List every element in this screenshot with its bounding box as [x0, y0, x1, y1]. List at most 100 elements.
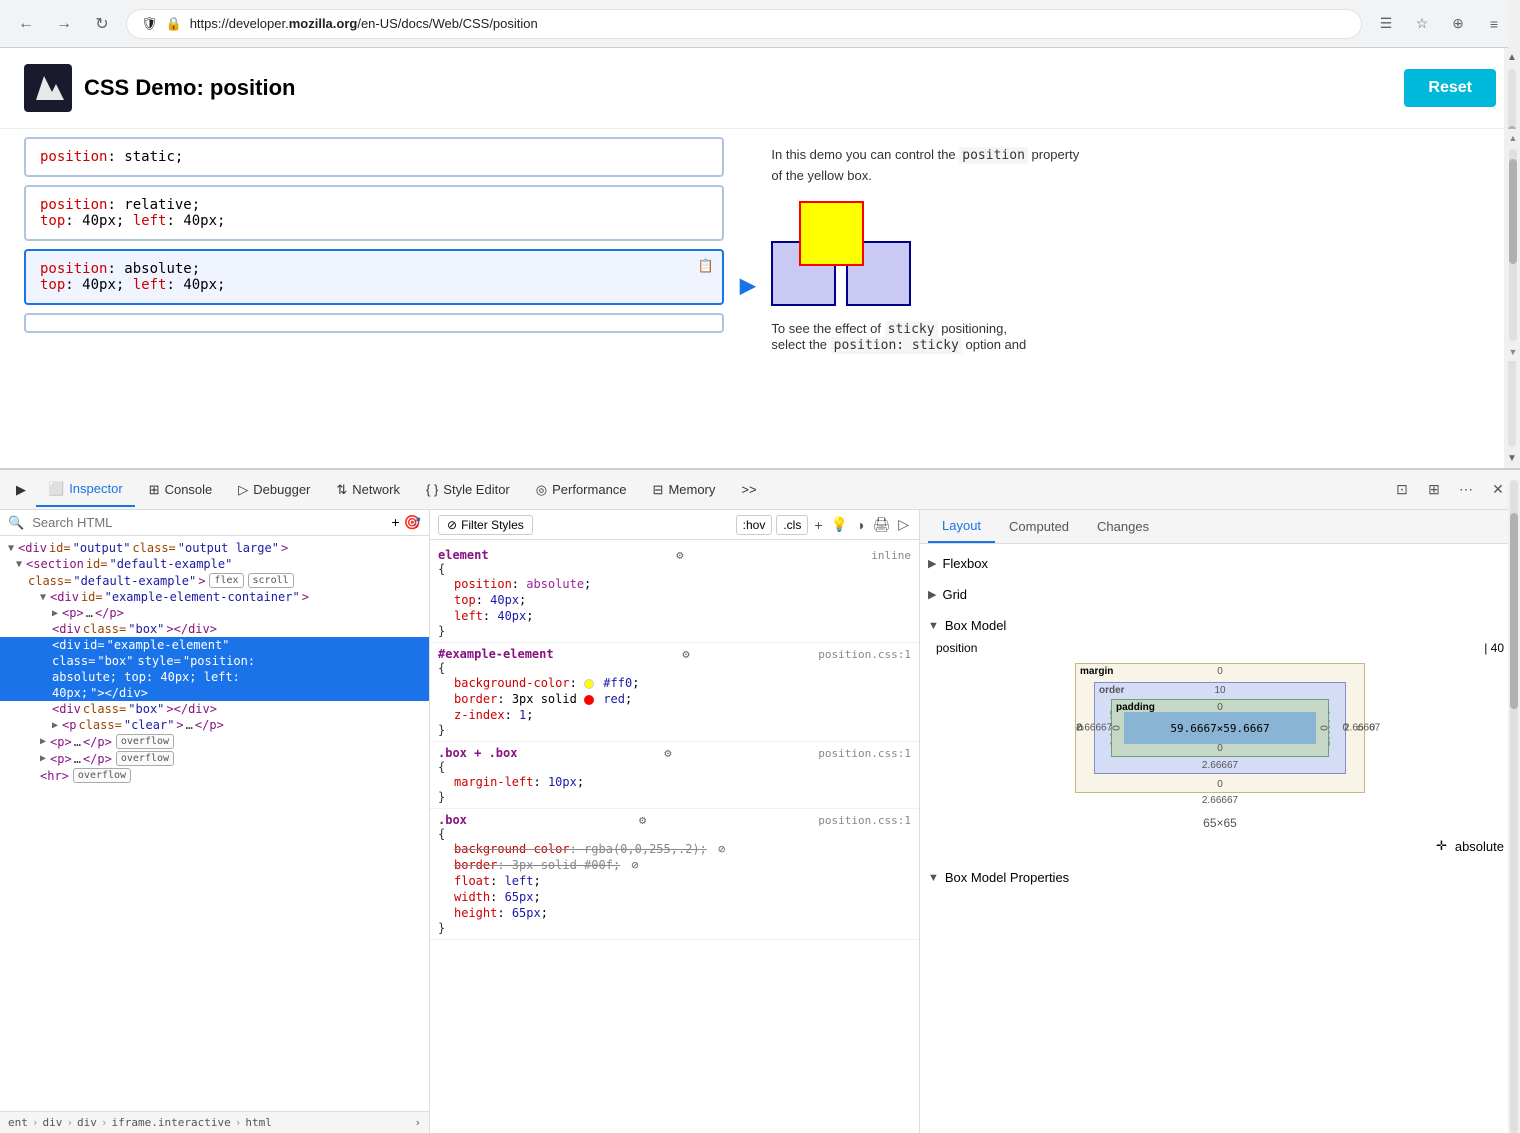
inspector-label: Inspector: [69, 481, 122, 496]
tab-style-editor[interactable]: { } Style Editor: [414, 474, 522, 505]
tab-debugger[interactable]: ▷ Debugger: [226, 474, 322, 506]
css-toolbar-right: :hov .cls + 💡 ◑ 🖨 ▷: [736, 514, 911, 535]
gear-icon[interactable]: ⚙: [676, 548, 683, 562]
reset-button[interactable]: Reset: [1404, 69, 1496, 107]
mdn-logo: [24, 64, 72, 112]
scroll-down-arrow[interactable]: ▼: [1509, 343, 1518, 361]
demo-visual: In this demo you can control the positio…: [771, 137, 1496, 353]
more-options-button[interactable]: ⋯: [1452, 476, 1480, 504]
tree-item-p-clear[interactable]: ▶ <p class="clear"> … </p>: [0, 717, 429, 733]
bc-item-html[interactable]: html: [245, 1116, 272, 1129]
bc-item-div1[interactable]: div: [43, 1116, 63, 1129]
gear-icon[interactable]: ⚙: [639, 813, 646, 827]
css-selector: .box + .box: [438, 746, 517, 760]
address-bar[interactable]: 🛡 🔒 https://developer.mozilla.org/en-US/…: [126, 9, 1362, 39]
star-button[interactable]: ☆: [1408, 10, 1436, 38]
class-toggle-button[interactable]: .cls: [776, 515, 808, 535]
print-button[interactable]: 🖨: [870, 514, 892, 535]
undock-button[interactable]: ⊞: [1420, 476, 1448, 504]
tree-item-box1[interactable]: <div class="box"></div>: [0, 621, 429, 637]
filter-styles-button[interactable]: ⊘ Filter Styles: [438, 515, 533, 535]
style-editor-label: Style Editor: [443, 482, 509, 497]
flexbox-label: Flexbox: [942, 556, 988, 571]
scroll-down-chevron[interactable]: ▼: [1507, 449, 1517, 468]
tree-item-example-element-class[interactable]: class="box" style="position:: [0, 653, 429, 669]
pick-element-button[interactable]: 🎯: [404, 514, 421, 531]
tree-item-example-element-style2[interactable]: 40px;"></div>: [0, 685, 429, 701]
reload-button[interactable]: ↻: [88, 10, 116, 38]
margin-top-label: 0: [1217, 666, 1223, 677]
code-box-static[interactable]: position: static;: [24, 137, 724, 177]
bc-item-ent[interactable]: ent: [8, 1116, 28, 1129]
bookmarks-button[interactable]: ☰: [1372, 10, 1400, 38]
flexbox-section-header[interactable]: ▶ Flexbox: [928, 552, 1512, 575]
grid-section-header[interactable]: ▶ Grid: [928, 583, 1512, 606]
css-prop-border: border: 3px solid red;: [438, 691, 911, 707]
dark-mode-button[interactable]: ◑: [854, 515, 866, 535]
tab-layout[interactable]: Layout: [928, 510, 995, 543]
html-search-actions: + 🎯: [391, 514, 421, 531]
tab-memory[interactable]: ⊟ Memory: [641, 474, 728, 506]
hover-state-button[interactable]: :hov: [736, 515, 773, 535]
tab-computed[interactable]: Computed: [995, 510, 1083, 543]
html-search-input[interactable]: [32, 515, 383, 530]
copy-icon[interactable]: 📋: [698, 259, 714, 274]
tree-item-example-element-style1[interactable]: absolute; top: 40px; left:: [0, 669, 429, 685]
tree-item-section-class[interactable]: class="default-example"> flex scroll: [0, 572, 429, 589]
pseudo-element-button[interactable]: ▷: [896, 514, 911, 535]
tree-item-p-overflow1[interactable]: ▶ <p> … </p> overflow: [0, 733, 429, 750]
dock-button[interactable]: ⊡: [1388, 476, 1416, 504]
tree-item-section[interactable]: ▼ <section id="default-example": [0, 556, 429, 572]
back-button[interactable]: ←: [12, 10, 40, 38]
tree-item-p-overflow2[interactable]: ▶ <p> … </p> overflow: [0, 750, 429, 767]
crosshair-icon: ✛: [1436, 838, 1447, 854]
border-top-label: 10: [1214, 685, 1225, 696]
css-selector: .box: [438, 813, 467, 827]
tab-network[interactable]: ⇅ Network: [324, 474, 412, 506]
code-demo-area: position: static; position: relative; to…: [0, 129, 1520, 361]
demo-description-3: select the position: sticky option and: [771, 337, 1496, 353]
gear-icon[interactable]: ⚙: [682, 647, 689, 661]
more-tools-button[interactable]: >>: [729, 474, 768, 505]
pocket-button[interactable]: ⊕: [1444, 10, 1472, 38]
bc-item-iframe[interactable]: iframe.interactive: [112, 1116, 231, 1129]
css-source: inline: [871, 549, 911, 562]
filter-icon-bg[interactable]: ⊘: [718, 842, 725, 856]
tree-item-div-output[interactable]: ▼ <div id="output" class="output large">: [0, 540, 429, 556]
tree-item-hr[interactable]: <hr> overflow: [0, 767, 429, 784]
tab-console[interactable]: ⊞ Console: [137, 474, 225, 506]
menu-button[interactable]: ≡: [1480, 10, 1508, 38]
box-model-props-header[interactable]: ▼ Box Model Properties: [928, 866, 1512, 889]
browser-toolbar: ← → ↻ 🛡 🔒 https://developer.mozilla.org/…: [0, 0, 1520, 48]
filter-icon: ⊘: [447, 518, 457, 532]
cursor-icon: ▶: [16, 482, 26, 498]
tab-inspector[interactable]: ⬜ Inspector: [36, 473, 135, 507]
css-prop-bg-color: background-color: #ff0;: [438, 675, 911, 691]
css-prop-border-strike: border: 3px solid #00f; ⊘: [438, 857, 911, 873]
scroll-up-chevron[interactable]: ▲: [1507, 48, 1517, 67]
tree-item-box2[interactable]: <div class="box"></div>: [0, 701, 429, 717]
forward-button[interactable]: →: [50, 10, 78, 38]
gear-icon[interactable]: ⚙: [664, 746, 671, 760]
scroll-up-arrow[interactable]: ▲: [1509, 129, 1518, 147]
bc-scroll-button[interactable]: ›: [414, 1116, 421, 1129]
code-box-absolute[interactable]: position: absolute; top: 40px; left: 40p…: [24, 249, 724, 305]
tree-item-container[interactable]: ▼ <div id="example-element-container">: [0, 589, 429, 605]
light-bulb-button[interactable]: 💡: [829, 514, 850, 535]
tree-item-p1[interactable]: ▶ <p> … </p>: [0, 605, 429, 621]
position-label: position: [936, 641, 977, 655]
bc-item-div2[interactable]: div: [77, 1116, 97, 1129]
cursor-tool-button[interactable]: ▶: [8, 478, 34, 502]
page-area: CSS Demo: position Reset ▲ ▼ position: s…: [0, 48, 1520, 468]
code-box-relative[interactable]: position: relative; top: 40px; left: 40p…: [24, 185, 724, 241]
filter-icon-border[interactable]: ⊘: [631, 858, 638, 872]
box-model-section-header[interactable]: ▼ Box Model: [928, 614, 1512, 637]
add-element-button[interactable]: +: [391, 514, 399, 531]
css-prop-z-index: z-index: 1;: [438, 707, 911, 723]
tab-performance[interactable]: ◎ Performance: [524, 474, 639, 506]
tree-item-example-element[interactable]: <div id="example-element": [0, 637, 429, 653]
tab-changes[interactable]: Changes: [1083, 510, 1163, 543]
css-panel: ⊘ Filter Styles :hov .cls + 💡 ◑ 🖨 ▷: [430, 510, 920, 1133]
add-rule-button[interactable]: +: [812, 515, 824, 535]
expand-arrow: ▼: [8, 543, 14, 554]
